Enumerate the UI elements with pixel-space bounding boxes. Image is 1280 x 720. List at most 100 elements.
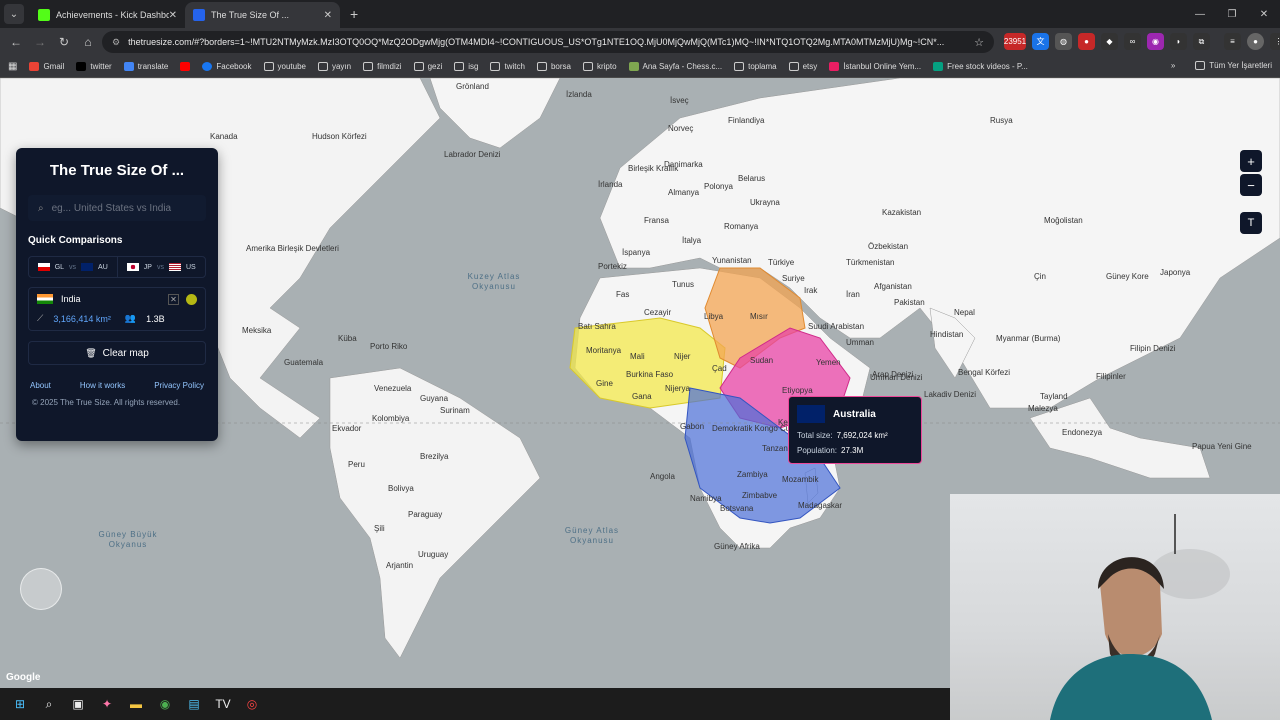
close-tab-icon[interactable]: ✕ bbox=[324, 10, 332, 21]
map-country-label: Nepal bbox=[954, 308, 975, 317]
app-icon[interactable]: ▤ bbox=[186, 696, 202, 712]
extensions-puzzle-icon[interactable]: ⧉ bbox=[1193, 33, 1210, 50]
back-icon[interactable]: ← bbox=[4, 35, 28, 49]
extension-icon[interactable]: ◍ bbox=[1055, 33, 1072, 50]
restore-icon[interactable]: ❐ bbox=[1216, 0, 1248, 28]
extension-icon[interactable]: ◉ bbox=[1147, 33, 1164, 50]
extension-icon[interactable]: ◗ bbox=[1170, 33, 1187, 50]
windows-start-icon[interactable]: ⊞ bbox=[12, 696, 28, 712]
reading-list-icon[interactable]: ≡ bbox=[1224, 33, 1241, 50]
extension-icon[interactable]: ◆ bbox=[1101, 33, 1118, 50]
vs-label: vs bbox=[69, 263, 77, 271]
address-bar[interactable]: ⚙ thetruesize.com/#?borders=1~!MTU2NTMyM… bbox=[102, 31, 994, 53]
compass-icon[interactable] bbox=[20, 568, 62, 610]
bookmark-folder[interactable]: kripto bbox=[582, 62, 617, 71]
folder-icon bbox=[734, 62, 745, 71]
bookmark-folder[interactable]: isg bbox=[454, 62, 478, 71]
clear-map-button[interactable]: 🗑 Clear map bbox=[28, 341, 206, 365]
privacy-policy-link[interactable]: Privacy Policy bbox=[154, 381, 204, 390]
more-bookmarks-icon[interactable]: » bbox=[1171, 61, 1175, 70]
map-country-label: Umman Denizi bbox=[870, 373, 923, 382]
copilot-icon[interactable]: ✦ bbox=[99, 696, 115, 712]
extension-icon[interactable]: ● bbox=[1078, 33, 1095, 50]
zoom-in-button[interactable]: + bbox=[1240, 150, 1262, 172]
site-info-icon[interactable]: ⚙ bbox=[112, 37, 120, 48]
all-bookmarks[interactable]: Tüm Yer İşaretleri bbox=[1195, 61, 1272, 70]
bookmark-star-icon[interactable]: ☆ bbox=[974, 36, 984, 49]
bookmark-yemeksepeti[interactable]: İstanbul Online Yem... bbox=[829, 62, 921, 71]
app-icon[interactable]: ◎ bbox=[244, 696, 260, 712]
map-country-label: Madagaskar bbox=[798, 501, 843, 510]
map-country-label: Sudan bbox=[750, 356, 774, 365]
map-country-label: İsveç bbox=[670, 96, 689, 105]
bookmark-chess[interactable]: Ana Sayfa - Chess.c... bbox=[628, 62, 722, 71]
map-country-label: Güney Kore bbox=[1106, 272, 1149, 281]
map-country-label: Norveç bbox=[668, 124, 694, 133]
profile-avatar-icon[interactable]: ● bbox=[1247, 33, 1264, 50]
translate-extension-icon[interactable]: 文 bbox=[1032, 33, 1049, 50]
bookmark-folder[interactable]: filmdizi bbox=[363, 62, 402, 71]
tab-search-button[interactable]: ⌄ bbox=[4, 4, 24, 24]
tab-kick[interactable]: Achievements - Kick Dashboard ✕ bbox=[30, 2, 185, 28]
bookmark-folder[interactable]: twitch bbox=[490, 62, 525, 71]
bookmark-label: translate bbox=[137, 62, 169, 71]
usa-flag-icon bbox=[168, 263, 181, 271]
new-tab-button[interactable]: + bbox=[350, 6, 358, 22]
task-view-icon[interactable]: ▣ bbox=[70, 696, 86, 712]
map-country-label: Angola bbox=[650, 472, 675, 481]
quick-comparisons: GL vs AU JP vs US bbox=[28, 256, 206, 278]
quick-compare-gl-au[interactable]: GL vs AU bbox=[29, 257, 117, 277]
pop-value: 27.3M bbox=[841, 446, 864, 455]
bookmark-folder[interactable]: toplama bbox=[734, 62, 777, 71]
bookmark-folder[interactable]: borsa bbox=[536, 62, 571, 71]
country-card-india[interactable]: India ✕ ⟋ 3,166,414 km² 👥 1.3B bbox=[28, 287, 206, 331]
apps-grid-icon[interactable]: ▦ bbox=[8, 61, 17, 72]
bookmark-folder[interactable]: youtube bbox=[263, 62, 306, 71]
bookmark-translate[interactable]: translate bbox=[123, 62, 169, 71]
how-it-works-link[interactable]: How it works bbox=[80, 381, 125, 390]
bookmark-folder[interactable]: gezi bbox=[413, 62, 442, 71]
forward-icon[interactable]: → bbox=[28, 35, 52, 49]
search-input[interactable] bbox=[51, 202, 202, 214]
bookmark-pexels[interactable]: Free stock videos - P... bbox=[933, 62, 1028, 71]
bookmark-facebook[interactable]: Facebook bbox=[202, 62, 252, 71]
close-tab-icon[interactable]: ✕ bbox=[169, 10, 177, 21]
browser-toolbar: ← → ↻ ⌂ ⚙ thetruesize.com/#?borders=1~!M… bbox=[0, 28, 1280, 56]
search-box[interactable]: ⌕ bbox=[28, 195, 206, 221]
file-explorer-icon[interactable]: ▬ bbox=[128, 696, 144, 712]
bookmark-gmail[interactable]: Gmail bbox=[29, 62, 64, 71]
reload-icon[interactable]: ↻ bbox=[52, 35, 76, 49]
chrome-icon[interactable]: ◉ bbox=[157, 696, 173, 712]
tab-truesize[interactable]: The True Size Of ... ✕ bbox=[185, 2, 340, 28]
tradingview-icon[interactable]: TV bbox=[215, 696, 231, 712]
remove-country-button[interactable]: ✕ bbox=[168, 294, 179, 305]
about-link[interactable]: About bbox=[30, 381, 51, 390]
bookmark-folder[interactable]: etsy bbox=[788, 62, 817, 71]
url-text: thetruesize.com/#?borders=1~!MTU2NTMyMzk… bbox=[128, 37, 945, 47]
bookmark-youtube[interactable] bbox=[180, 62, 191, 71]
quick-compare-jp-us[interactable]: JP vs US bbox=[116, 257, 206, 277]
folder-icon bbox=[363, 62, 374, 71]
home-icon[interactable]: ⌂ bbox=[76, 35, 100, 49]
zoom-out-button[interactable]: − bbox=[1240, 174, 1262, 196]
country-color-swatch[interactable] bbox=[186, 294, 197, 305]
extension-badge-icon[interactable]: 23951 bbox=[1004, 33, 1026, 50]
map-country-label: Malezya bbox=[1028, 404, 1058, 413]
minimize-icon[interactable]: — bbox=[1184, 0, 1216, 28]
bookmark-twitter[interactable]: twitter bbox=[76, 62, 112, 71]
map-country-label: Bolivya bbox=[388, 484, 414, 493]
map-country-label: Şili bbox=[374, 524, 385, 533]
toggle-labels-button[interactable]: T bbox=[1240, 212, 1262, 234]
map-country-label: Mısır bbox=[750, 312, 768, 321]
map-country-label: Paraguay bbox=[408, 510, 443, 519]
google-logo: Google bbox=[6, 672, 41, 683]
country-code: GL bbox=[54, 263, 65, 271]
search-icon[interactable]: ⌕ bbox=[41, 696, 57, 712]
bookmark-label: Facebook bbox=[216, 62, 252, 71]
map-country-label: Filipin Denizi bbox=[1130, 344, 1176, 353]
extension-icon[interactable]: ∞ bbox=[1124, 33, 1141, 50]
bookmark-folder[interactable]: yayın bbox=[317, 62, 351, 71]
close-window-icon[interactable]: ✕ bbox=[1248, 0, 1280, 28]
menu-icon[interactable]: ⋮ bbox=[1270, 33, 1280, 50]
map-country-label: Meksika bbox=[242, 326, 272, 335]
